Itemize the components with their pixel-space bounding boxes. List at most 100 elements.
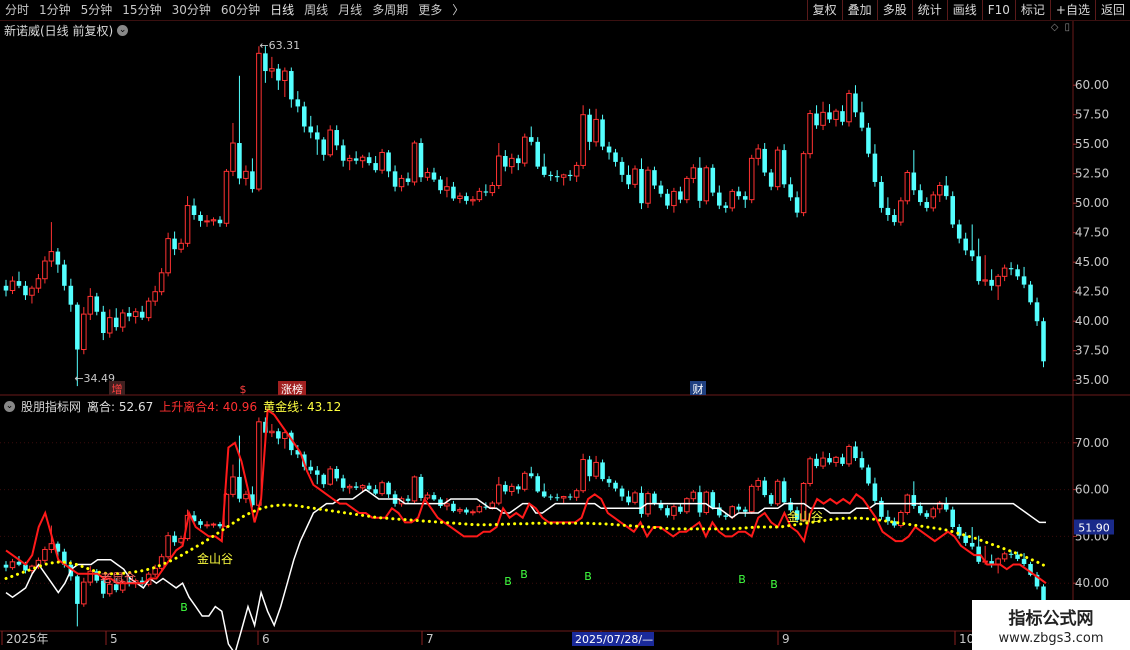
- candle-body: [9, 280, 16, 292]
- ind-candle-body: [1008, 553, 1014, 555]
- x-axis-label-1: 5: [110, 632, 118, 646]
- candle-body: [165, 238, 171, 274]
- period-tab-6[interactable]: 日线: [265, 0, 299, 20]
- rat-label: 老鼠仓: [100, 571, 136, 585]
- toolbar-button-8[interactable]: 返回: [1094, 0, 1130, 20]
- candle-body: [1001, 267, 1008, 277]
- ind-candle-body: [606, 479, 612, 483]
- period-tab-2[interactable]: 5分钟: [76, 0, 118, 20]
- toolbar-right-buttons: 复权 叠加 多股 统计 画线 F10 标记 +自选 返回: [806, 0, 1130, 20]
- candle-body: [106, 317, 113, 334]
- ind-candle-body: [431, 495, 437, 500]
- candle-body: [321, 139, 327, 155]
- candle-body: [451, 186, 456, 199]
- lihe-value: 离合: 52.67: [87, 400, 154, 414]
- candle-body: [639, 168, 644, 204]
- ind-candle-body: [814, 458, 819, 467]
- chart-canvas[interactable]: 60.00 57.50 55.00 52.50 50.00 47.50 45.00 42.50…: [0, 0, 1130, 650]
- toolbar-button-1[interactable]: 叠加: [841, 0, 877, 20]
- main-y-tick-label: 50.00: [1075, 196, 1109, 210]
- x-axis-label-5: 9: [782, 632, 790, 646]
- toolbar-button-4[interactable]: 画线: [946, 0, 982, 20]
- candle-body: [100, 311, 106, 333]
- candle-body: [398, 177, 405, 188]
- ind-candle-body: [729, 506, 736, 518]
- candle-body: [269, 68, 275, 72]
- ind-candle-body: [710, 492, 716, 508]
- ind-candle-body: [1021, 558, 1027, 564]
- candle-body: [340, 145, 346, 161]
- ind-candle-body: [276, 431, 281, 439]
- toolbar-button-2[interactable]: 多股: [876, 0, 912, 20]
- candle-body: [723, 205, 729, 208]
- candle-body: [898, 200, 904, 223]
- candle-body: [23, 285, 28, 296]
- candle-body: [613, 152, 618, 162]
- period-tab-0[interactable]: 分时: [0, 0, 34, 20]
- toolbar-button-5[interactable]: F10: [981, 0, 1015, 20]
- candle-body: [781, 150, 787, 185]
- candle-body: [424, 172, 431, 178]
- candle-body: [132, 311, 139, 317]
- ind-candle-body: [386, 482, 391, 495]
- ind-candle-body: [496, 484, 502, 504]
- ind-candle-body: [872, 483, 878, 501]
- chevron-right-icon[interactable]: 〉: [447, 0, 469, 20]
- period-tab-5[interactable]: 60分钟: [216, 0, 265, 20]
- candle-body: [496, 155, 502, 186]
- candle-body: [969, 250, 975, 257]
- ind-candle-body: [451, 503, 456, 512]
- event-marker-3: 财: [693, 382, 704, 396]
- candle-body: [950, 196, 956, 225]
- candle-body: [703, 167, 710, 202]
- candle-body: [373, 163, 378, 171]
- candle-body: [62, 264, 67, 286]
- period-tab-1[interactable]: 1分钟: [34, 0, 76, 20]
- candle-body: [243, 170, 249, 179]
- period-tab-7[interactable]: 周线: [299, 0, 333, 20]
- watermark-url: www.zbgs3.com: [998, 631, 1104, 646]
- buy-signal-1: B: [504, 575, 512, 588]
- period-tab-3[interactable]: 15分钟: [117, 0, 166, 20]
- x-axis-label-3: 7: [426, 632, 434, 646]
- ind-candle-body: [509, 485, 515, 492]
- ind-candle-body: [243, 493, 249, 500]
- candle-body: [113, 317, 119, 328]
- period-tab-4[interactable]: 30分钟: [167, 0, 216, 20]
- toolbar-button-0[interactable]: 复权: [806, 0, 842, 20]
- ind-candle-body: [748, 485, 755, 513]
- toolbar-button-3[interactable]: 统计: [911, 0, 947, 20]
- ind-candle-body: [503, 484, 508, 492]
- chevron-down-icon[interactable]: ⌄: [4, 401, 15, 412]
- ind-candle-body: [379, 482, 385, 495]
- ind-candle-body: [340, 478, 346, 488]
- candle-body: [554, 176, 560, 178]
- ind-candle-body: [827, 458, 832, 463]
- ind-candle-body: [652, 493, 657, 504]
- ind-candle-body: [548, 496, 553, 498]
- candle-body: [560, 174, 567, 178]
- diamond-icon[interactable]: ◇: [1051, 22, 1059, 33]
- low-price-label: ←34.49: [74, 372, 115, 385]
- candle-body: [314, 132, 320, 140]
- ind-candle-body: [75, 576, 80, 604]
- window-icon[interactable]: ▯: [1064, 22, 1070, 33]
- candle-body: [282, 70, 288, 81]
- chevron-down-icon[interactable]: ⌄: [117, 25, 129, 36]
- candle-body: [431, 172, 437, 180]
- candle-body: [230, 142, 236, 172]
- toolbar-button-6[interactable]: 标记: [1014, 0, 1050, 20]
- period-tab-8[interactable]: 月线: [333, 0, 367, 20]
- ind-candle-body: [165, 535, 171, 558]
- candle-body: [29, 287, 35, 296]
- candle-body: [379, 151, 385, 171]
- candle-body: [535, 141, 540, 167]
- period-tab-10[interactable]: 更多: [413, 0, 447, 20]
- candle-body: [794, 197, 800, 213]
- ind-candle-body: [470, 511, 476, 514]
- period-tab-9[interactable]: 多周期: [367, 0, 413, 20]
- candle-body: [334, 130, 339, 146]
- main-y-tick-label: 42.50: [1075, 285, 1109, 299]
- toolbar-button-7[interactable]: +自选: [1049, 0, 1095, 20]
- candle-body: [989, 279, 994, 286]
